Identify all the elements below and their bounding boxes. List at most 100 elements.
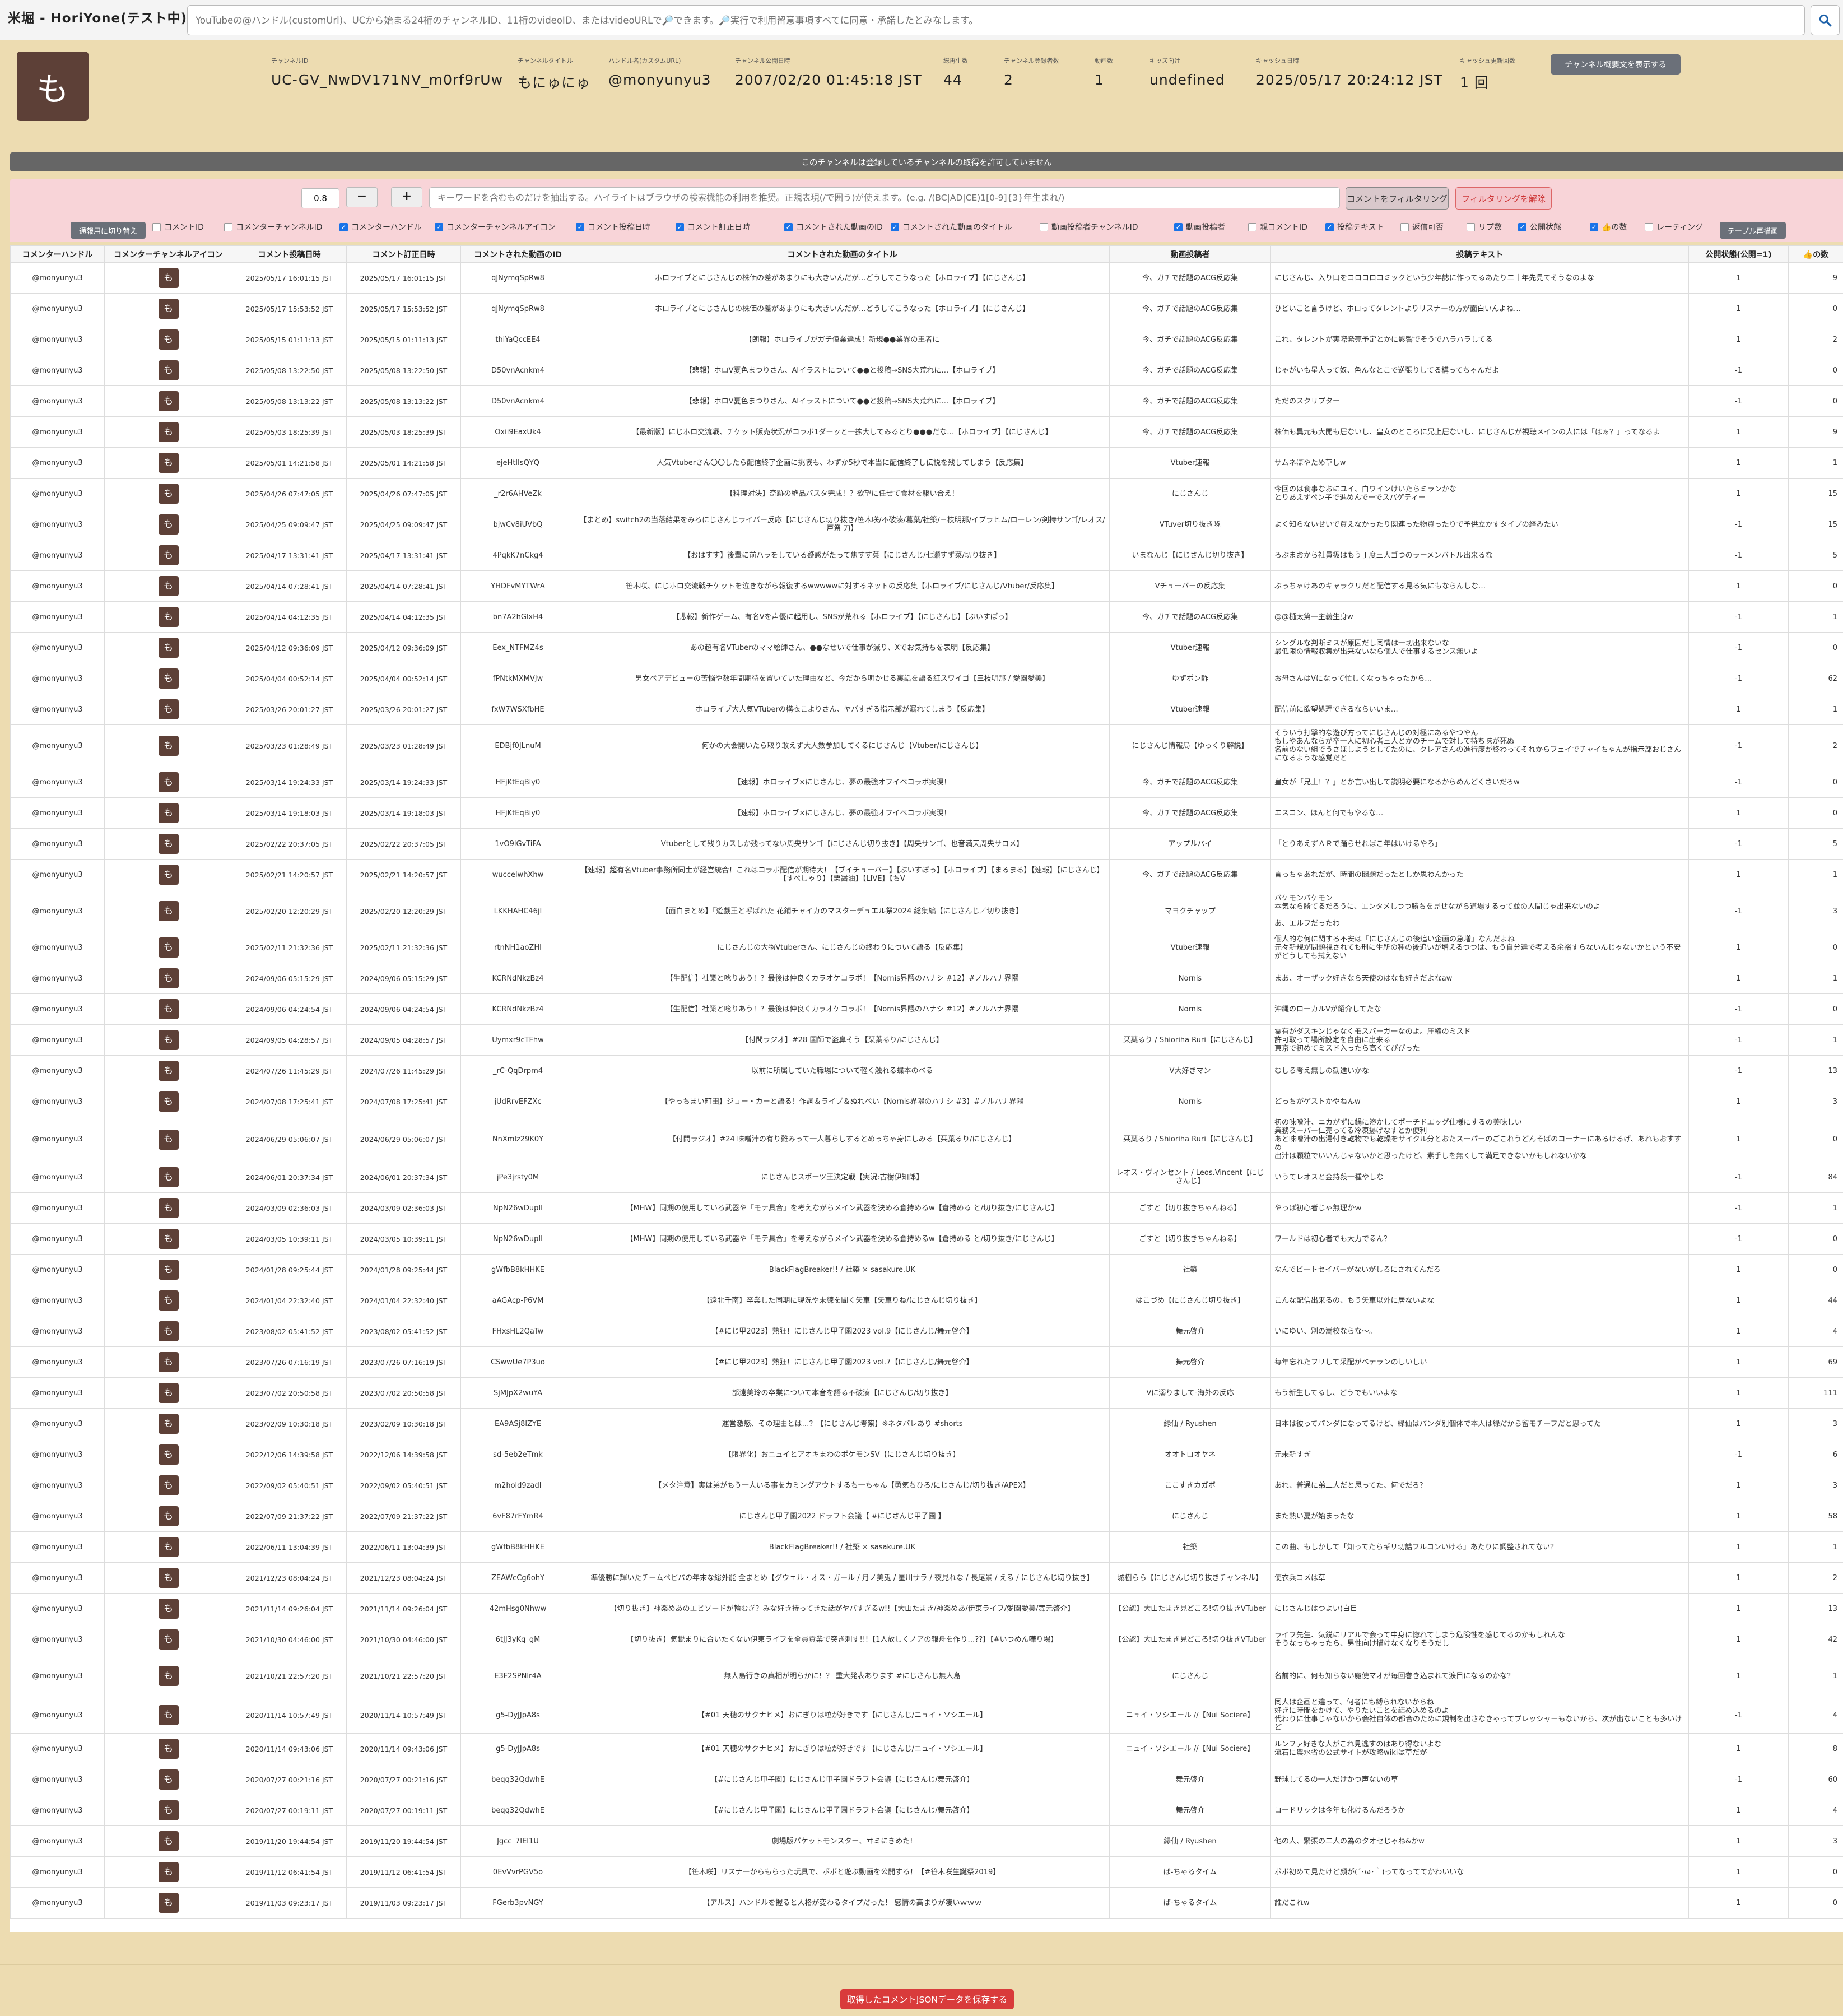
table-row[interactable]: @monyunyu3 も 2025/04/14 07:28:41 JST 2025/0… — [10, 570, 1843, 602]
video-id-cell[interactable]: jUdRrvEFZXc — [460, 1086, 575, 1117]
commenter-avatar[interactable]: も — [158, 329, 179, 350]
commenter-avatar[interactable]: も — [158, 1666, 179, 1686]
column-toggle-checkbox[interactable]: 返信可否 — [1400, 221, 1444, 233]
commenter-avatar[interactable]: も — [158, 937, 179, 958]
table-row[interactable]: @monyunyu3 も 2024/09/06 05:15:29 JST 2024/0… — [10, 963, 1843, 994]
column-header[interactable]: コメンターハンドル — [10, 245, 105, 263]
checkbox[interactable] — [1248, 222, 1256, 231]
video-id-cell[interactable]: EDBjf0JLnuM — [460, 724, 575, 767]
video-title-cell[interactable]: 【悲報】ホロV夏色まつりさん、AIイラストについて●●と投稿→SNS大荒れに…【… — [575, 355, 1110, 386]
video-id-cell[interactable]: 6vF87rFYmR4 — [460, 1501, 575, 1532]
commenter-avatar[interactable]: も — [158, 1383, 179, 1403]
column-toggle-checkbox[interactable]: コメンターチャンネルID — [224, 221, 323, 233]
table-row[interactable]: @monyunyu3 も 2021/10/21 22:57:20 JST 2021/1… — [10, 1655, 1843, 1697]
search-button[interactable] — [1811, 5, 1840, 35]
video-title-cell[interactable]: 【付間ラジオ】#28 国師で盗鼻そう【栞葉るり/にじさんじ】 — [575, 1024, 1110, 1056]
commenter-avatar[interactable]: も — [158, 360, 179, 380]
video-title-cell[interactable]: 男女ペアデビューの苦悩や数年間期待を置いていた理由など、今だから明かせる裏話を語… — [575, 663, 1110, 694]
video-title-cell[interactable]: 以前に所属していた職場について軽く触れる蝶本のべる — [575, 1055, 1110, 1086]
commenter-avatar[interactable]: も — [158, 1599, 179, 1619]
video-id-cell[interactable]: HFjKtEqBiy0 — [460, 767, 575, 798]
commenter-avatar[interactable]: も — [158, 1198, 179, 1218]
video-id-cell[interactable]: gWfbB8kHHKE — [460, 1531, 575, 1563]
column-toggle-checkbox[interactable]: ✓ 公開状態 — [1518, 221, 1561, 233]
video-title-cell[interactable]: 部遠美玲の卒業について本音を語る不破湊【にじさんじ/切り抜き】 — [575, 1377, 1110, 1409]
video-id-cell[interactable]: YHDFvMYTWrA — [460, 570, 575, 602]
video-id-cell[interactable]: aAGAcp-P6VM — [460, 1285, 575, 1316]
video-id-cell[interactable]: _r2r6AHVeZk — [460, 478, 575, 509]
commenter-avatar[interactable]: も — [158, 668, 179, 689]
commenter-avatar[interactable]: も — [158, 1290, 179, 1311]
video-title-cell[interactable]: 【MHW】同期の使用している武器や「モテ具合」を考えながらメイン武器を決める倉持… — [575, 1192, 1110, 1224]
table-row[interactable]: @monyunyu3 も 2020/11/14 10:57:49 JST 2020/1… — [10, 1697, 1843, 1734]
column-toggle-checkbox[interactable]: ✓ 投稿テキスト — [1325, 221, 1384, 233]
column-header[interactable]: 公開状態(公開=1) — [1688, 245, 1789, 263]
video-id-cell[interactable]: qJNymqSpRw8 — [460, 262, 575, 294]
video-title-cell[interactable]: 【#にじ甲2023】熱狂！にじさんじ甲子園2023 vol.9【にじさんじ/舞元… — [575, 1316, 1110, 1347]
video-title-cell[interactable]: ホロライブ大人気VTuberの構衣こよりさん、ヤバすぎる指示部が漏れてしまう【反… — [575, 694, 1110, 725]
keyword-input[interactable] — [429, 187, 1340, 208]
table-row[interactable]: @monyunyu3 も 2022/12/06 14:39:58 JST 2022/1… — [10, 1439, 1843, 1470]
checkbox[interactable]: ✓ — [891, 222, 899, 231]
video-id-cell[interactable]: 0EvVvrPGV5o — [460, 1856, 575, 1888]
column-header[interactable]: コメント訂正日時 — [346, 245, 461, 263]
checkbox[interactable] — [224, 222, 232, 231]
column-toggle-checkbox[interactable]: リプ数 — [1467, 221, 1502, 233]
video-title-cell[interactable]: にじさんじの大物Vtuberさん、にじさんじの終わりについて語る【反応集】 — [575, 932, 1110, 963]
commenter-avatar[interactable]: も — [158, 834, 179, 854]
column-toggle-checkbox[interactable]: ✓ コメント投稿日時 — [576, 221, 650, 233]
checkbox[interactable] — [1040, 222, 1048, 231]
commenter-avatar[interactable]: も — [158, 772, 179, 792]
column-toggle-checkbox[interactable]: レーティング — [1645, 221, 1703, 233]
video-title-cell[interactable]: 【悲報】ホロV夏色まつりさん、AIイラストについて●●と投稿→SNS大荒れに…【… — [575, 385, 1110, 417]
video-id-cell[interactable]: fPNtkMXMVJw — [460, 663, 575, 694]
video-id-cell[interactable]: thiYaQccEE4 — [460, 324, 575, 355]
table-row[interactable]: @monyunyu3 も 2025/04/14 04:12:35 JST 2025/0… — [10, 601, 1843, 633]
increment-button[interactable]: + — [391, 187, 422, 207]
video-title-cell[interactable]: 【切り抜き】神楽めあのエピソードが輪むぎ？みな好き持ってきた話がヤバすぎるw!!… — [575, 1593, 1110, 1624]
checkbox[interactable]: ✓ — [576, 222, 584, 231]
video-title-cell[interactable]: 【面白まとめ】「遊戯王と呼ばれた 花鋪チャイカのマスターデュエル祭2024 総集… — [575, 890, 1110, 932]
table-row[interactable]: @monyunyu3 も 2025/05/17 15:53:52 JST 2025/0… — [10, 293, 1843, 324]
report-mode-button[interactable]: 通報用に切り替え — [71, 222, 146, 239]
commenter-avatar[interactable]: も — [158, 999, 179, 1019]
column-header[interactable]: 動画投稿者 — [1109, 245, 1271, 263]
video-title-cell[interactable]: 【速報】超有名Vtuber事務所同士が経営統合！これはコラボ配信が期待大！【ブイ… — [575, 859, 1110, 890]
column-toggle-checkbox[interactable]: ✓ コメントされた動画のID — [784, 221, 883, 233]
column-header[interactable]: コメントされた動画のID — [460, 245, 575, 263]
video-id-cell[interactable]: rtnNH1aoZHI — [460, 932, 575, 963]
video-title-cell[interactable]: 【生配信】社築と唸りあう！？最後は仲良くカラオケコラボ！【Nornis界隈のハナ… — [575, 993, 1110, 1025]
video-id-cell[interactable]: Uymxr9cTFhw — [460, 1024, 575, 1056]
video-title-cell[interactable]: 無人島行きの真相が明らかに！？ 重大発表あります #にじさんじ無人島 — [575, 1655, 1110, 1697]
video-id-cell[interactable]: wuccelwhXhw — [460, 859, 575, 890]
commenter-avatar[interactable]: も — [158, 1091, 179, 1112]
commenter-avatar[interactable]: も — [158, 268, 179, 288]
clear-filter-button[interactable]: フィルタリングを解除 — [1455, 187, 1552, 210]
video-title-cell[interactable]: 何かの大会開いたら取り敢えず大人数参加してくるにじさんじ【Vtuber/にじさん… — [575, 724, 1110, 767]
commenter-avatar[interactable]: も — [158, 1537, 179, 1557]
commenter-avatar[interactable]: も — [158, 1444, 179, 1465]
table-row[interactable]: @monyunyu3 も 2022/09/02 05:40:51 JST 2022/0… — [10, 1470, 1843, 1501]
checkbox[interactable] — [1467, 222, 1475, 231]
commenter-avatar[interactable]: も — [158, 1321, 179, 1341]
video-title-cell[interactable]: 人気Vtuberさん〇〇したら配信終了企画に挑戦も、わずか5秒で本当に配信終了し… — [575, 447, 1110, 479]
video-id-cell[interactable]: NpN26wDupII — [460, 1192, 575, 1224]
video-id-cell[interactable]: bjwCv8iUVbQ — [460, 509, 575, 540]
commenter-avatar[interactable]: も — [158, 607, 179, 627]
video-title-cell[interactable]: 【料理対決】奇跡の絶品パスタ完成！？欲望に任せて食材を駆い合え！ — [575, 478, 1110, 509]
table-row[interactable]: @monyunyu3 も 2025/03/14 19:24:33 JST 2025/0… — [10, 767, 1843, 798]
video-title-cell[interactable]: 【朗報】ホロライブがガチ偉業達成！新規●●業界の王者に — [575, 324, 1110, 355]
video-id-cell[interactable]: qJNymqSpRw8 — [460, 293, 575, 324]
video-id-cell[interactable]: D50vnAcnkm4 — [460, 385, 575, 417]
video-title-cell[interactable]: ホロライブとにじさんじの株価の差があまりにも大きいんだが…どうしてこうなった【ホ… — [575, 293, 1110, 324]
table-row[interactable]: @monyunyu3 も 2022/07/09 21:37:22 JST 2022/0… — [10, 1501, 1843, 1532]
commenter-avatar[interactable]: も — [158, 422, 179, 442]
save-json-button[interactable]: 取得したコメントJSONデータを保存する — [840, 1989, 1014, 2009]
video-id-cell[interactable]: FGerb3pvNGY — [460, 1887, 575, 1919]
table-row[interactable]: @monyunyu3 も 2024/06/01 20:37:34 JST 2024/0… — [10, 1162, 1843, 1193]
table-row[interactable]: @monyunyu3 も 2024/09/06 04:24:54 JST 2024/0… — [10, 993, 1843, 1025]
video-title-cell[interactable]: にじさんじ甲子園2022 ドラフト会議【 #にじさんじ甲子園 】 — [575, 1501, 1110, 1532]
video-id-cell[interactable]: NnXmlz29K0Y — [460, 1117, 575, 1162]
table-row[interactable]: @monyunyu3 も 2023/08/02 05:41:52 JST 2023/0… — [10, 1316, 1843, 1347]
video-id-cell[interactable]: fxW7WSXfbHE — [460, 694, 575, 725]
